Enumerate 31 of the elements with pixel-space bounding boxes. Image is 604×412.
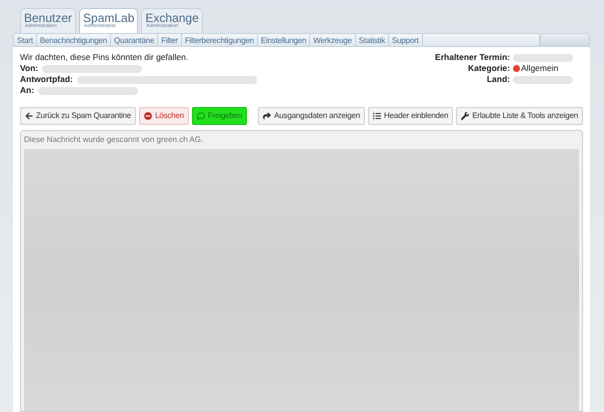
- message-subject: Wir dachten, diese Pins könnten dir gefallen.: [20, 52, 190, 63]
- nav-item[interactable]: Filter: [158, 34, 182, 46]
- field-label: Erhaltener Termin:: [435, 52, 510, 63]
- scan-notice: Diese Nachricht wurde gescannt von green.ch AG.: [23, 134, 204, 146]
- action-button[interactable]: Header einblenden: [368, 107, 454, 125]
- nav-item[interactable]: Support: [389, 34, 423, 46]
- nav-item[interactable]: Einstellungen: [258, 34, 310, 46]
- share-arrow-icon: [263, 112, 272, 120]
- nav-item[interactable]: Start: [14, 34, 37, 46]
- nav-item[interactable]: Benachrichtigungen: [36, 34, 112, 46]
- speech-bubble-icon: [196, 112, 205, 120]
- action-button[interactable]: Erlaubte Liste & Tools anzeigen: [456, 107, 583, 125]
- nav-item[interactable]: Filterberechtigungen: [182, 34, 258, 46]
- nav-item[interactable]: Werkzeuge: [310, 34, 356, 46]
- field-label: Antwortpfad:: [20, 74, 73, 85]
- redacted-value: [513, 54, 573, 62]
- action-button[interactable]: Löschen: [139, 107, 189, 125]
- arrow-left-icon: [25, 112, 33, 120]
- field-label: An:: [20, 85, 34, 96]
- action-button[interactable]: Freigeben: [192, 107, 248, 125]
- field-label: Land:: [486, 74, 510, 85]
- field-label: Kategorie:: [468, 63, 510, 74]
- nav-item[interactable]: Statistik: [356, 34, 389, 46]
- wrench-icon: [461, 112, 470, 120]
- category-value: Allgemein: [521, 63, 558, 74]
- action-button[interactable]: Ausgangsdaten anzeigen: [258, 107, 366, 125]
- action-button[interactable]: Zurück zu Spam Quarantine: [20, 107, 136, 125]
- nav-item[interactable]: Quarantäne: [111, 34, 158, 46]
- field-label: Von:: [20, 63, 38, 74]
- redacted-value: [513, 76, 573, 84]
- list-icon: [373, 112, 382, 120]
